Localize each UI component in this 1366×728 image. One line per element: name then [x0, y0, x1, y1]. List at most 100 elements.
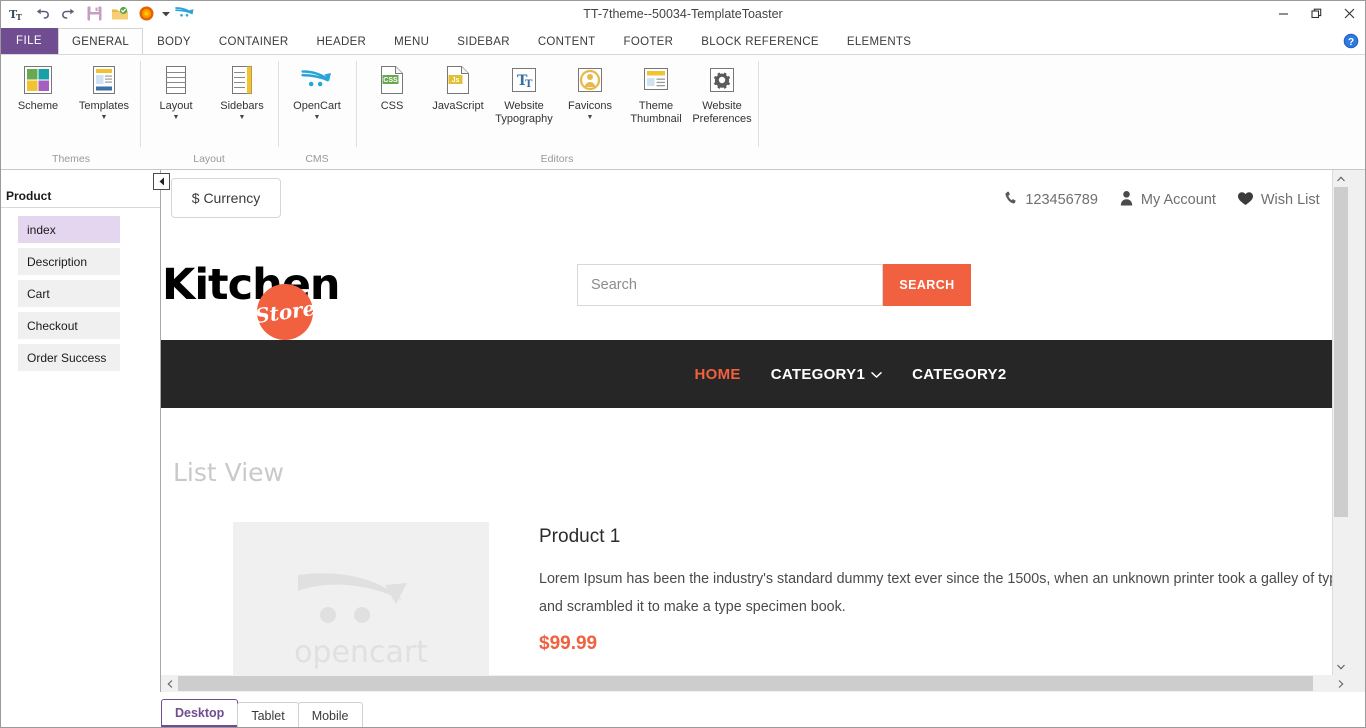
tab-sidebar[interactable]: SIDEBAR	[443, 28, 524, 54]
website-preview: $ Currency 123456789 My Account Wish Lis…	[161, 170, 1332, 675]
opencart-label: OpenCart	[293, 100, 341, 112]
help-icon[interactable]: ?	[1336, 28, 1366, 54]
vertical-scroll-thumb[interactable]	[1334, 187, 1348, 517]
redo-icon[interactable]	[56, 2, 80, 26]
javascript-button[interactable]: Js JavaScript	[425, 61, 491, 113]
templates-label: Templates	[78, 100, 130, 112]
tab-header[interactable]: HEADER	[302, 28, 380, 54]
site-content: List View opencart Product 1 Lorem Ipsum…	[161, 408, 1332, 675]
sidebar-item-description[interactable]: Description	[18, 248, 120, 275]
favicon-icon	[573, 63, 607, 97]
ribbon-group-layout: Layout ▼ Sidebars ▼ Layout	[140, 55, 278, 169]
search-button[interactable]: SEARCH	[883, 264, 971, 306]
website-preferences-label: Website Preferences	[692, 100, 752, 125]
scroll-right-button[interactable]	[1332, 675, 1349, 692]
device-tab-tablet[interactable]: Tablet	[237, 702, 299, 728]
canvas-horizontal-scrollbar[interactable]	[161, 675, 1349, 692]
ribbon-group-layout-label: Layout	[193, 153, 225, 165]
chevron-down-icon[interactable]: ▼	[239, 114, 246, 122]
sidebar-item-label: Order Success	[27, 350, 107, 365]
sidebar-item-index[interactable]: index	[18, 216, 120, 243]
currency-selector[interactable]: $ Currency	[171, 178, 281, 218]
website-preview-canvas[interactable]: $ Currency 123456789 My Account Wish Lis…	[161, 170, 1332, 675]
close-button[interactable]	[1333, 1, 1366, 27]
page-list-title: Product	[6, 189, 52, 203]
page-list-panel: Product index Description Cart Checkout …	[0, 170, 170, 692]
scrollbar-corner	[1349, 170, 1366, 692]
chevron-down-icon[interactable]: ▼	[314, 114, 321, 122]
chevron-down-icon[interactable]: ▼	[587, 114, 594, 122]
product-list-item: opencart Product 1 Lorem Ipsum has been …	[173, 522, 1332, 675]
tab-elements[interactable]: ELEMENTS	[833, 28, 925, 54]
device-tab-desktop[interactable]: Desktop	[161, 699, 239, 728]
nav-item-label: HOME	[694, 365, 741, 383]
restore-button[interactable]	[1300, 1, 1333, 27]
favicons-label: Favicons	[567, 100, 613, 112]
wish-list-link[interactable]: Wish List	[1237, 191, 1320, 210]
horizontal-scroll-thumb[interactable]	[178, 676, 1313, 691]
nav-item-category2[interactable]: CATEGORY2	[912, 366, 1006, 383]
chevron-down-icon[interactable]: ▼	[101, 114, 108, 122]
opencart-button[interactable]: OpenCart ▼	[281, 61, 353, 122]
vertical-scroll-track[interactable]	[1333, 187, 1349, 658]
ribbon-group-editors: CSS CSS Js JavaScript TT Website Typogra…	[356, 55, 758, 169]
nav-item-label: CATEGORY2	[912, 365, 1007, 383]
sidebar-item-label: index	[27, 222, 56, 237]
scheme-button[interactable]: Scheme	[5, 61, 71, 113]
ribbon-group-themes: Scheme Templates ▼ Themes	[2, 55, 140, 169]
sidebar-item-cart[interactable]: Cart	[18, 280, 120, 307]
js-file-icon: Js	[441, 63, 475, 97]
search-input[interactable]	[577, 264, 883, 306]
undo-icon[interactable]	[30, 2, 54, 26]
minimize-button[interactable]	[1267, 1, 1300, 27]
scroll-left-button[interactable]	[161, 675, 178, 692]
save-icon[interactable]	[82, 2, 106, 26]
opencart-icon[interactable]	[173, 2, 197, 26]
title-bar: TT TT-7theme--50034-TemplateToaster	[0, 0, 1366, 28]
sidebar-item-checkout[interactable]: Checkout	[18, 312, 120, 339]
dropdown-caret-icon[interactable]	[160, 2, 171, 26]
scroll-up-button[interactable]	[1333, 170, 1349, 187]
layout-label: Layout	[159, 100, 193, 112]
tab-container[interactable]: CONTAINER	[205, 28, 303, 54]
tab-menu[interactable]: MENU	[380, 28, 443, 54]
ribbon-group-cms-label: CMS	[305, 153, 329, 165]
svg-text:CSS: CSS	[383, 77, 398, 84]
theme-thumbnail-button[interactable]: Theme Thumbnail	[623, 61, 689, 125]
typography-icon[interactable]: TT	[4, 2, 28, 26]
scroll-down-button[interactable]	[1333, 658, 1349, 675]
horizontal-scroll-track[interactable]	[178, 675, 1332, 692]
website-preferences-button[interactable]: Website Preferences	[689, 61, 755, 125]
window-controls	[1267, 1, 1366, 27]
canvas-vertical-scrollbar[interactable]	[1332, 170, 1349, 675]
favicons-button[interactable]: Favicons ▼	[557, 61, 623, 122]
collapse-panel-button[interactable]	[153, 173, 170, 190]
site-header: Kitchen Store SEARCH	[161, 230, 1332, 340]
sidebars-button[interactable]: Sidebars ▼	[209, 61, 275, 122]
tab-block-reference[interactable]: BLOCK REFERENCE	[687, 28, 833, 54]
website-typography-button[interactable]: TT Website Typography	[491, 61, 557, 125]
site-logo[interactable]: Kitchen Store	[162, 263, 577, 340]
css-button[interactable]: CSS CSS	[359, 61, 425, 113]
tab-file[interactable]: FILE	[0, 28, 58, 54]
tab-body[interactable]: BODY	[143, 28, 205, 54]
tab-general[interactable]: GENERAL	[58, 28, 144, 54]
user-icon	[1119, 190, 1134, 210]
my-account-link[interactable]: My Account	[1119, 190, 1216, 210]
device-tab-mobile[interactable]: Mobile	[297, 702, 363, 728]
nav-item-home[interactable]: HOME	[695, 366, 741, 383]
tab-footer[interactable]: FOOTER	[610, 28, 688, 54]
browser-preview-icon[interactable]	[134, 2, 158, 26]
product-image[interactable]: opencart	[233, 522, 489, 675]
templates-button[interactable]: Templates ▼	[71, 61, 137, 122]
phone-link[interactable]: 123456789	[1003, 191, 1098, 210]
export-folder-icon[interactable]	[108, 2, 132, 26]
nav-item-category1[interactable]: CATEGORY1	[771, 366, 882, 383]
sidebar-item-order-success[interactable]: Order Success	[18, 344, 120, 371]
theme-thumbnail-label: Theme Thumbnail	[630, 100, 682, 125]
brand-badge: Store	[253, 283, 317, 340]
layout-button[interactable]: Layout ▼	[143, 61, 209, 122]
phone-icon	[1003, 191, 1018, 210]
tab-content[interactable]: CONTENT	[524, 28, 610, 54]
chevron-down-icon[interactable]: ▼	[173, 114, 180, 122]
